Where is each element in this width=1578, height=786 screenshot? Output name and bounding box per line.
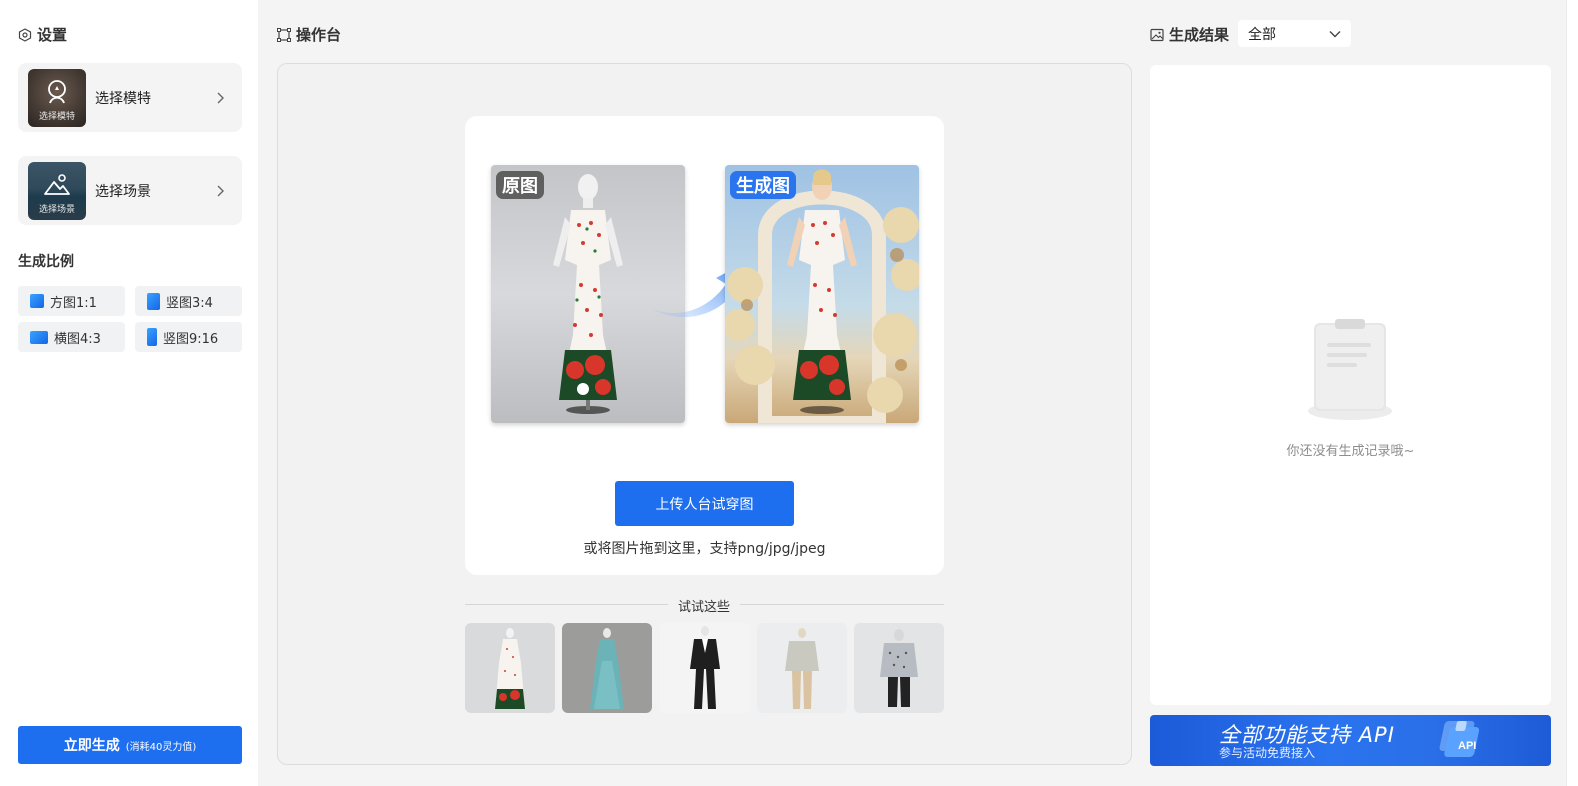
results-panel — [1150, 65, 1551, 705]
sample-image-4[interactable] — [757, 623, 847, 713]
generate-button[interactable]: 立即生成 (消耗40灵力值) — [18, 726, 242, 764]
sample-image-5[interactable] — [854, 623, 944, 713]
select-model-card[interactable]: 选择模特 选择模特 — [18, 63, 242, 132]
upload-mannequin-button[interactable]: 上传人台试穿图 — [615, 481, 794, 526]
generate-cost: (消耗40灵力值) — [125, 741, 197, 753]
chevron-right-icon — [208, 179, 232, 203]
api-cube-icon: API — [1439, 721, 1480, 757]
sample-image-1[interactable] — [465, 623, 555, 713]
sample-image-3[interactable] — [660, 623, 750, 713]
ratio-title: 生成比例 — [18, 254, 74, 270]
model-thumb-caption: 选择模特 — [38, 111, 75, 122]
settings-header: 设置 — [18, 24, 67, 45]
portrait-ratio-icon — [147, 292, 160, 310]
scene-thumbnail: 选择场景 — [28, 161, 86, 220]
model-thumbnail: 选择模特 — [28, 68, 86, 127]
select-model-label: 选择模特 — [95, 90, 151, 107]
ratio-portrait-3-4-label: 竖图3:4 — [166, 295, 213, 311]
sample-floral-dress-thumbnail — [495, 628, 525, 709]
api-banner-subtitle: 参与活动免费接入 — [1219, 746, 1316, 760]
empty-state-text: 你还没有生成记录哦~ — [1286, 444, 1415, 459]
settings-title: 设置 — [37, 26, 68, 44]
ratio-landscape-label: 横图4:3 — [54, 331, 101, 347]
select-scene-card[interactable]: 选择场景 选择场景 — [18, 156, 242, 225]
sample-image-2[interactable] — [562, 623, 652, 713]
workbench-title: 操作台 — [296, 26, 342, 44]
chevron-right-icon — [208, 86, 232, 110]
sample-patterned-sweater-thumbnail — [880, 629, 918, 707]
api-badge-text: API — [1458, 740, 1476, 752]
window-right-edge — [1566, 0, 1578, 786]
select-scene-label: 选择场景 — [95, 183, 151, 200]
square-ratio-icon — [30, 294, 44, 308]
settings-icon — [18, 27, 32, 42]
chevron-down-icon — [1329, 30, 1341, 37]
settings-sidebar: 设置 选择模特 选择模特 选择场景 选择场景 生成比例 方图1:1 竖图3:4 … — [0, 0, 258, 786]
landscape-icon — [44, 173, 70, 195]
results-header: 生成结果 — [1150, 24, 1229, 45]
landscape-ratio-icon — [30, 330, 48, 344]
try-these-label: 试试这些 — [668, 596, 740, 615]
ratio-square-label: 方图1:1 — [50, 295, 97, 311]
sample-black-suit-thumbnail — [690, 626, 720, 709]
model-icon — [48, 79, 66, 103]
ratio-portrait-3-4-button[interactable]: 竖图3:4 — [135, 286, 242, 316]
ratio-portrait-9-16-label: 竖图9:16 — [163, 331, 219, 347]
generated-example-image: 生成图 — [725, 165, 919, 423]
model-with-scene-illustration — [725, 169, 919, 423]
ratio-landscape-button[interactable]: 横图4:3 — [18, 322, 125, 352]
api-promo-banner[interactable]: 全部功能支持 API 参与活动免费接入 API — [1150, 715, 1551, 766]
filter-value: 全部 — [1248, 26, 1276, 43]
drop-hint-text: 或将图片拖到这里，支持png/jpg/jpeg — [583, 541, 826, 557]
generated-tag: 生成图 — [730, 171, 796, 199]
ratio-portrait-9-16-button[interactable]: 竖图9:16 — [135, 322, 242, 352]
workbench-header: 操作台 — [277, 24, 341, 45]
image-result-icon — [1150, 28, 1164, 41]
empty-clipboard-icon — [1308, 319, 1392, 420]
sample-teal-dress-thumbnail — [590, 628, 624, 709]
scene-thumb-caption: 选择场景 — [38, 204, 75, 215]
result-filter-select[interactable]: 全部 — [1238, 20, 1351, 47]
crop-frame-icon — [277, 27, 291, 42]
original-tag: 原图 — [496, 171, 544, 199]
generate-label: 立即生成 — [63, 738, 120, 754]
tall-portrait-ratio-icon — [147, 328, 157, 346]
sample-knit-sweater-thumbnail — [785, 628, 819, 709]
results-title: 生成结果 — [1169, 26, 1230, 44]
ratio-square-button[interactable]: 方图1:1 — [18, 286, 125, 316]
